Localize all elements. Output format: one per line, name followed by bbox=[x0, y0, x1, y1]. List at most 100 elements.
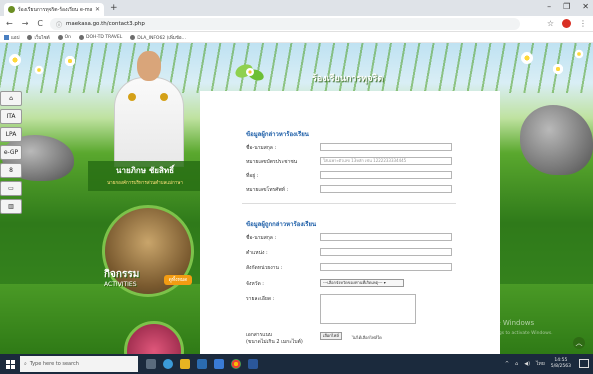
nav-buttons: ← → C bbox=[6, 19, 43, 28]
flower-decoration bbox=[8, 53, 22, 67]
field-label: สังกัดหน่วยงาน : bbox=[246, 265, 283, 271]
close-window-button[interactable]: ✕ bbox=[582, 2, 589, 11]
scroll-top-button[interactable]: ︿ bbox=[573, 337, 585, 349]
bookmark-item[interactable]: เว็บไซต์ bbox=[27, 34, 50, 41]
globe-icon bbox=[130, 34, 136, 40]
accused-position-input[interactable] bbox=[320, 248, 452, 256]
accused-agency-input[interactable] bbox=[320, 263, 452, 271]
phone-input[interactable] bbox=[320, 185, 452, 193]
mayor-name-box: นายภิกษ ชัยสิทธิ์ นายกองค์การบริหารส่วนต… bbox=[88, 161, 202, 191]
start-button[interactable] bbox=[0, 354, 20, 374]
bookmark-label: เว็บไซต์ bbox=[34, 35, 50, 41]
uniform bbox=[114, 77, 184, 167]
chevron-up-icon[interactable]: ^ bbox=[505, 361, 509, 367]
maximize-button[interactable]: ❐ bbox=[563, 2, 570, 11]
sidebar-item-lpa[interactable]: LPA bbox=[0, 127, 22, 142]
tab-bar: ร้องเรียนการทุจริต-ร้องเรียน e-mail ✕ + … bbox=[0, 0, 593, 16]
complaint-form: ข้อมูลผู้กล่าวหาร้องเรียน ชื่อ-นามสกุล :… bbox=[200, 91, 500, 354]
minimize-button[interactable]: – bbox=[547, 2, 551, 11]
close-tab-icon[interactable]: ✕ bbox=[95, 6, 100, 13]
bookmark-item[interactable]: On bbox=[57, 34, 71, 40]
new-tab-button[interactable]: + bbox=[110, 3, 118, 13]
field-label: หมายเลขโทรศัพท์ : bbox=[246, 187, 289, 193]
rock-decoration bbox=[520, 105, 593, 175]
divider bbox=[242, 203, 456, 204]
bookmark-item[interactable]: DOH-TD TRAVEL bbox=[79, 34, 122, 40]
bookmarks-bar: แอป เว็บไซต์ On DOH-TD TRAVEL DLA_INFO62… bbox=[0, 32, 593, 43]
favicon-icon bbox=[8, 6, 15, 13]
bookmark-star-icon[interactable]: ☆ bbox=[547, 19, 554, 28]
word-icon[interactable] bbox=[248, 359, 258, 369]
tab-title: ร้องเรียนการทุจริต-ร้องเรียน e-mail bbox=[18, 6, 92, 13]
view-all-button[interactable]: ดูทั้งหมด bbox=[164, 275, 192, 285]
url-text: maekasa.go.th/contact3.php bbox=[66, 21, 145, 27]
sidebar-item-egp[interactable]: e-GP bbox=[0, 145, 22, 160]
file-status: ไม่ได้เลือกไฟล์ใด bbox=[352, 335, 382, 340]
address-input[interactable] bbox=[320, 171, 452, 179]
taskbar-search[interactable]: ⌕ Type here to search bbox=[20, 356, 138, 372]
province-selected: ---เลือกจังหวัดของท่านที่เกิดเหตุ--- bbox=[323, 280, 383, 285]
activities-title: กิจกรรม bbox=[104, 269, 140, 280]
activation-watermark-sub: Go to Settings to activate Windows. bbox=[472, 331, 553, 336]
clock[interactable]: 14:55 5/8/2563 bbox=[551, 358, 571, 370]
apps-icon bbox=[4, 34, 9, 40]
accused-name-input[interactable] bbox=[320, 233, 452, 241]
bookmark-item[interactable]: DLA_INFO62 (เพิ่มข้อ... bbox=[130, 34, 186, 41]
section-complainant-title: ข้อมูลผู้กล่าวหาร้องเรียน bbox=[246, 131, 309, 138]
pinned-apps bbox=[146, 359, 258, 369]
url-input[interactable]: ⓘ maekasa.go.th/contact3.php bbox=[50, 18, 520, 30]
home-icon[interactable]: ⌂ bbox=[0, 91, 22, 106]
store-icon[interactable] bbox=[197, 359, 207, 369]
edge-icon[interactable] bbox=[163, 359, 173, 369]
info-icon[interactable]: ⓘ bbox=[56, 20, 62, 29]
address-bar: ← → C ⓘ maekasa.go.th/contact3.php ☆ ⋮ bbox=[0, 16, 593, 32]
detail-textarea[interactable] bbox=[320, 294, 416, 324]
head bbox=[137, 51, 161, 81]
clock-date: 5/8/2563 bbox=[550, 364, 571, 369]
calendar-icon[interactable]: ▥ bbox=[0, 199, 22, 214]
back-button[interactable]: ← bbox=[6, 19, 13, 28]
notification-icon[interactable] bbox=[579, 359, 589, 368]
left-sidebar: ⌂ ITA LPA e-GP 8 ▭ ▥ bbox=[0, 91, 24, 214]
mail-app-icon[interactable] bbox=[214, 359, 224, 369]
province-select[interactable]: ---เลือกจังหวัดของท่านที่เกิดเหตุ--- ▾ bbox=[320, 279, 404, 287]
globe-icon bbox=[79, 34, 85, 40]
flower-decoration bbox=[520, 51, 534, 65]
mayor-name: นายภิกษ ชัยสิทธิ์ bbox=[116, 166, 174, 175]
field-label: ตำแหน่ง : bbox=[246, 250, 268, 256]
volume-icon[interactable]: ◀) bbox=[524, 361, 530, 367]
page-banner: ร้องเรียนการทุจริต bbox=[232, 59, 400, 87]
browser-tab[interactable]: ร้องเรียนการทุจริต-ร้องเรียน e-mail ✕ bbox=[4, 3, 104, 16]
bookmark-apps[interactable]: แอป bbox=[4, 34, 19, 41]
id-card-input[interactable]: ใส่เฉพาะตัวเลข 13หลัก เช่น 1222233334445 bbox=[320, 157, 452, 165]
windows-icon bbox=[5, 359, 15, 369]
bookmark-label: แอป bbox=[11, 35, 20, 41]
activation-watermark: Activate Windows bbox=[472, 319, 535, 327]
file-explorer-icon[interactable] bbox=[180, 359, 190, 369]
network-icon[interactable]: ⌂ bbox=[515, 361, 518, 367]
browser-actions: ☆ ⋮ bbox=[547, 19, 587, 28]
field-label: ที่อยู่ : bbox=[246, 173, 259, 179]
field-label: ชื่อ-นามสกุล : bbox=[246, 235, 277, 241]
system-tray: ^ ⌂ ◀) ไทย 14:55 5/8/2563 bbox=[505, 358, 571, 370]
task-view-icon[interactable] bbox=[146, 359, 156, 369]
flower-decoration bbox=[64, 55, 76, 67]
page-title: ร้องเรียนการทุจริต bbox=[312, 74, 384, 84]
language-indicator[interactable]: ไทย bbox=[536, 360, 545, 368]
profile-avatar[interactable] bbox=[562, 19, 571, 28]
choose-file-button[interactable]: เลือกไฟล์ bbox=[320, 332, 342, 340]
menu-icon[interactable]: ⋮ bbox=[579, 19, 587, 28]
web-page: ⌂ ITA LPA e-GP 8 ▭ ▥ นายภิกษ ชัยสิทธิ์ น… bbox=[0, 43, 593, 354]
chrome-icon[interactable] bbox=[231, 359, 241, 369]
chevron-down-icon: ▾ bbox=[383, 280, 386, 285]
globe-icon bbox=[57, 34, 63, 40]
medal-icon bbox=[128, 93, 136, 101]
forward-button[interactable]: → bbox=[22, 19, 29, 28]
sidebar-item-8[interactable]: 8 bbox=[0, 163, 22, 178]
detail-label: รายละเอียด : bbox=[246, 296, 275, 302]
complainant-name-input[interactable] bbox=[320, 143, 452, 151]
mail-icon[interactable]: ▭ bbox=[0, 181, 22, 196]
field-label: หมายเลขบัตรประชาชน bbox=[246, 159, 298, 165]
reload-button[interactable]: C bbox=[37, 19, 43, 28]
sidebar-item-ita[interactable]: ITA bbox=[0, 109, 22, 124]
